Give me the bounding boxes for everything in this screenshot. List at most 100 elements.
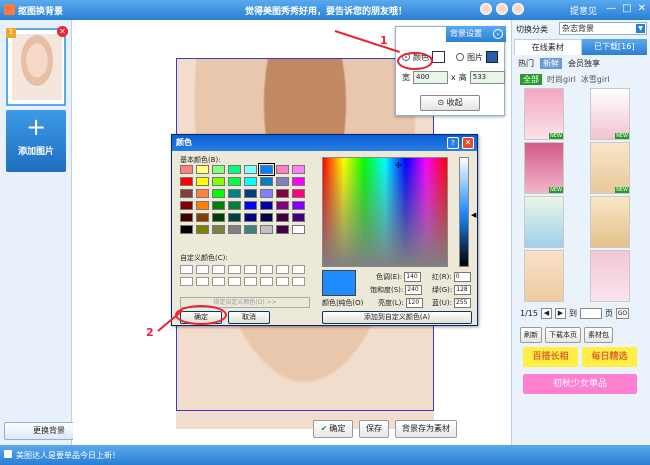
custom-color-swatch[interactable] — [260, 265, 273, 274]
luminance-pointer-icon[interactable]: ◀ — [471, 211, 476, 219]
basic-color-swatch[interactable] — [244, 165, 257, 174]
width-input[interactable]: 400 — [413, 71, 448, 84]
custom-color-swatch[interactable] — [244, 265, 257, 274]
add-image-button[interactable]: + 添加图片 — [6, 110, 66, 172]
filter-fashion-girl[interactable]: 时尚girl — [547, 74, 576, 85]
basic-color-swatch[interactable] — [228, 201, 241, 210]
basic-color-swatch[interactable] — [228, 177, 241, 186]
basic-color-swatch[interactable] — [228, 189, 241, 198]
basic-color-swatch[interactable] — [260, 213, 273, 222]
tab-member-only[interactable]: 会员独享 — [568, 58, 600, 69]
basic-color-swatch[interactable] — [180, 177, 193, 186]
basic-color-swatch[interactable] — [180, 225, 193, 234]
basic-color-swatch[interactable] — [276, 177, 289, 186]
basic-color-swatch[interactable] — [292, 177, 305, 186]
basic-color-swatch[interactable] — [244, 225, 257, 234]
basic-color-swatch[interactable] — [258, 163, 275, 176]
tab-new[interactable]: 新鲜 — [540, 58, 562, 69]
bg-settings-header[interactable]: 背景设置 ⌄ — [446, 26, 506, 42]
basic-color-swatch[interactable] — [276, 225, 289, 234]
basic-color-swatch[interactable] — [260, 189, 273, 198]
height-input[interactable]: 533 — [469, 71, 505, 84]
collapse-button[interactable]: ⊙ 收起 — [420, 95, 480, 111]
basic-color-swatch[interactable] — [260, 225, 273, 234]
material-card[interactable] — [524, 250, 564, 302]
basic-color-swatch[interactable] — [196, 225, 209, 234]
basic-color-swatch[interactable] — [180, 201, 193, 210]
delete-thumbnail-icon[interactable]: ✕ — [57, 26, 68, 37]
basic-color-swatch[interactable] — [196, 165, 209, 174]
material-card[interactable] — [590, 196, 630, 248]
status-text[interactable]: 美图达人是要单品今日上新！ — [16, 450, 120, 461]
custom-color-swatch[interactable] — [292, 265, 305, 274]
custom-color-swatch[interactable] — [276, 265, 289, 274]
prev-page-button[interactable]: ◀ — [540, 308, 552, 319]
basic-color-swatch[interactable] — [244, 201, 257, 210]
tab-hot[interactable]: 热门 — [518, 58, 534, 69]
color-swatch[interactable] — [432, 51, 445, 63]
save-as-material-button[interactable]: 背景存为素材 — [395, 420, 457, 438]
basic-color-swatch[interactable] — [244, 177, 257, 186]
basic-color-swatch[interactable] — [260, 177, 273, 186]
basic-color-swatch[interactable] — [212, 201, 225, 210]
basic-color-swatch[interactable] — [196, 213, 209, 222]
custom-color-swatch[interactable] — [196, 265, 209, 274]
basic-color-swatch[interactable] — [212, 213, 225, 222]
basic-color-swatch[interactable] — [228, 165, 241, 174]
material-card[interactable]: NEW — [590, 142, 630, 194]
maximize-button[interactable]: □ — [622, 3, 631, 14]
filter-all[interactable]: 全部 — [520, 74, 542, 85]
custom-color-swatch[interactable] — [212, 277, 225, 286]
luminance-input[interactable]: 120 — [405, 298, 423, 308]
add-custom-color-button[interactable]: 添加到自定义颜色(A) — [322, 311, 472, 324]
color-spectrum[interactable]: ✢ — [322, 157, 448, 267]
promo-match-button[interactable]: 百搭长相 — [523, 347, 578, 367]
promo-daily-button[interactable]: 每日精选 — [582, 347, 637, 367]
weibo-icon[interactable] — [496, 3, 508, 15]
basic-color-swatch[interactable] — [276, 165, 289, 174]
basic-color-swatch[interactable] — [196, 177, 209, 186]
basic-color-swatch[interactable] — [292, 213, 305, 222]
user-icon[interactable] — [480, 3, 492, 15]
feedback-link[interactable]: 提意见 — [570, 4, 597, 17]
material-card[interactable] — [524, 196, 564, 248]
red-input[interactable]: 0 — [453, 272, 471, 282]
refresh-button[interactable]: 刷新 — [520, 327, 542, 343]
basic-color-swatch[interactable] — [228, 213, 241, 222]
basic-color-swatch[interactable] — [212, 225, 225, 234]
luminance-slider[interactable] — [459, 157, 469, 267]
basic-color-swatch[interactable] — [180, 213, 193, 222]
help-button[interactable]: ? — [447, 137, 459, 149]
image-radio[interactable] — [456, 53, 464, 61]
close-button[interactable]: ✕ — [638, 3, 646, 14]
basic-color-swatch[interactable] — [276, 201, 289, 210]
material-card[interactable]: NEW — [524, 88, 564, 140]
custom-color-swatch[interactable] — [212, 265, 225, 274]
material-pack-button[interactable]: 素材包 — [584, 327, 613, 343]
custom-color-swatch[interactable] — [244, 277, 257, 286]
page-input[interactable] — [579, 308, 602, 319]
basic-color-swatch[interactable] — [292, 165, 305, 174]
basic-color-swatch[interactable] — [292, 201, 305, 210]
image-picker-icon[interactable] — [486, 51, 498, 63]
go-button[interactable]: GO — [615, 308, 629, 319]
green-input[interactable]: 128 — [454, 285, 472, 295]
dialog-close-button[interactable]: ✕ — [462, 137, 474, 149]
basic-color-swatch[interactable] — [260, 201, 273, 210]
basic-color-swatch[interactable] — [196, 201, 209, 210]
custom-color-swatch[interactable] — [260, 277, 273, 286]
next-page-button[interactable]: ▶ — [554, 308, 566, 319]
confirm-button[interactable]: ✔ 确定 — [313, 420, 353, 438]
custom-color-swatch[interactable] — [276, 277, 289, 286]
image-thumbnail[interactable]: 1 ✕ — [6, 26, 68, 106]
save-button[interactable]: 保存 — [359, 420, 389, 438]
download-page-button[interactable]: 下载本页 — [545, 327, 581, 343]
material-card[interactable] — [590, 250, 630, 302]
custom-color-swatch[interactable] — [196, 277, 209, 286]
filter-ice-girl[interactable]: 冰雪girl — [581, 74, 610, 85]
basic-color-swatch[interactable] — [180, 165, 193, 174]
custom-color-swatch[interactable] — [228, 265, 241, 274]
collapse-icon[interactable]: ⌄ — [493, 29, 503, 39]
promo-autumn-button[interactable]: 初秋少女单品 — [523, 374, 637, 394]
hue-input[interactable]: 140 — [404, 272, 422, 282]
